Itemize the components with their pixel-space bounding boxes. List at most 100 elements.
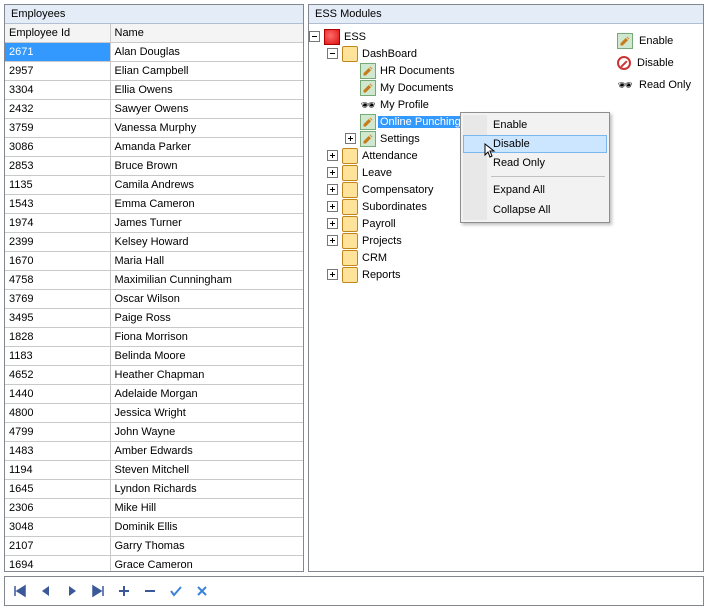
table-row[interactable]: 1828Fiona Morrison bbox=[5, 328, 303, 347]
table-row[interactable]: 2107Garry Thomas bbox=[5, 537, 303, 556]
cell-employee-name: Belinda Moore bbox=[110, 347, 303, 366]
cell-employee-name: Sawyer Owens bbox=[110, 100, 303, 119]
expand-toggle[interactable] bbox=[327, 184, 338, 195]
cell-employee-id: 4799 bbox=[5, 423, 110, 442]
table-row[interactable]: 2671Alan Douglas bbox=[5, 43, 303, 62]
cell-employee-name: Mike Hill bbox=[110, 499, 303, 518]
table-row[interactable]: 3495Paige Ross bbox=[5, 309, 303, 328]
table-row[interactable]: 3769Oscar Wilson bbox=[5, 290, 303, 309]
cell-employee-name: Adelaide Morgan bbox=[110, 385, 303, 404]
table-row[interactable]: 1645Lyndon Richards bbox=[5, 480, 303, 499]
table-row[interactable]: 3304Ellia Owens bbox=[5, 81, 303, 100]
table-row[interactable]: 4652Heather Chapman bbox=[5, 366, 303, 385]
col-header-id[interactable]: Employee Id bbox=[5, 24, 110, 43]
nav-next-button[interactable] bbox=[61, 580, 83, 602]
cancel-button[interactable] bbox=[191, 580, 213, 602]
tree-node-label: DashBoard bbox=[360, 48, 419, 60]
cell-employee-id: 2399 bbox=[5, 233, 110, 252]
table-row[interactable]: 4799John Wayne bbox=[5, 423, 303, 442]
tree-node[interactable]: CRM bbox=[327, 249, 613, 266]
add-button[interactable] bbox=[113, 580, 135, 602]
table-row[interactable]: 3086Amanda Parker bbox=[5, 138, 303, 157]
collapse-toggle[interactable] bbox=[327, 48, 338, 59]
expand-toggle[interactable] bbox=[327, 201, 338, 212]
employees-panel-title: Employees bbox=[5, 5, 303, 24]
cell-employee-id: 1483 bbox=[5, 442, 110, 461]
table-row[interactable]: 1135Camila Andrews bbox=[5, 176, 303, 195]
tree-node-label: Online Punching bbox=[378, 116, 463, 128]
tree-node[interactable]: My Profile bbox=[345, 96, 613, 113]
modules-tree[interactable]: ESS DashBoard HR DocumentsMy Documents My P… bbox=[309, 24, 613, 571]
cell-employee-name: Grace Cameron bbox=[110, 556, 303, 572]
cell-employee-name: Kelsey Howard bbox=[110, 233, 303, 252]
expand-toggle[interactable] bbox=[327, 235, 338, 246]
context-menu-item[interactable]: Collapse All bbox=[463, 200, 607, 220]
apply-button[interactable] bbox=[165, 580, 187, 602]
employees-table-scroll[interactable]: Employee Id Name 2671Alan Douglas2957Eli… bbox=[5, 24, 303, 571]
nav-prev-button[interactable] bbox=[35, 580, 57, 602]
context-menu-item[interactable]: Expand All bbox=[463, 180, 607, 200]
table-row[interactable]: 2957Elian Campbell bbox=[5, 62, 303, 81]
context-menu[interactable]: EnableDisableRead Only Expand AllCollaps… bbox=[460, 112, 610, 223]
table-row[interactable]: 1543Emma Cameron bbox=[5, 195, 303, 214]
expand-toggle[interactable] bbox=[345, 133, 356, 144]
table-row[interactable]: 1183Belinda Moore bbox=[5, 347, 303, 366]
table-row[interactable]: 2853Bruce Brown bbox=[5, 157, 303, 176]
tree-node[interactable]: DashBoard bbox=[327, 45, 613, 62]
cell-employee-name: Amanda Parker bbox=[110, 138, 303, 157]
cell-employee-name: Maria Hall bbox=[110, 252, 303, 271]
collapse-toggle[interactable] bbox=[309, 31, 320, 42]
expand-toggle[interactable] bbox=[327, 150, 338, 161]
nav-last-button[interactable] bbox=[87, 580, 109, 602]
module-icon bbox=[342, 148, 358, 164]
remove-button[interactable] bbox=[139, 580, 161, 602]
cell-employee-name: Steven Mitchell bbox=[110, 461, 303, 480]
modules-panel-title: ESS Modules bbox=[309, 5, 703, 24]
table-row[interactable]: 4800Jessica Wright bbox=[5, 404, 303, 423]
cell-employee-id: 1694 bbox=[5, 556, 110, 572]
context-menu-item[interactable]: Enable bbox=[463, 115, 607, 135]
module-icon bbox=[342, 182, 358, 198]
enable-icon bbox=[360, 80, 376, 96]
modules-panel: ESS Modules ESS DashBoard HR DocumentsMy D… bbox=[308, 4, 704, 572]
nav-first-button[interactable] bbox=[9, 580, 31, 602]
cell-employee-id: 4652 bbox=[5, 366, 110, 385]
col-header-name[interactable]: Name bbox=[110, 24, 303, 43]
tree-node[interactable]: Projects bbox=[327, 232, 613, 249]
tree-node[interactable]: My Documents bbox=[345, 79, 613, 96]
table-row[interactable]: 1694Grace Cameron bbox=[5, 556, 303, 572]
cell-employee-id: 1194 bbox=[5, 461, 110, 480]
cell-employee-name: Paige Ross bbox=[110, 309, 303, 328]
expand-toggle[interactable] bbox=[327, 167, 338, 178]
cell-employee-name: James Turner bbox=[110, 214, 303, 233]
table-row[interactable]: 4758Maximilian Cunningham bbox=[5, 271, 303, 290]
tree-node[interactable]: ESS bbox=[309, 28, 613, 45]
cell-employee-id: 3769 bbox=[5, 290, 110, 309]
enable-icon bbox=[360, 63, 376, 79]
legend: Enable Disable Read Only bbox=[613, 24, 703, 571]
tree-node-label: My Profile bbox=[378, 99, 431, 111]
table-row[interactable]: 2306Mike Hill bbox=[5, 499, 303, 518]
expand-toggle[interactable] bbox=[327, 269, 338, 280]
table-row[interactable]: 1440Adelaide Morgan bbox=[5, 385, 303, 404]
cell-employee-name: Garry Thomas bbox=[110, 537, 303, 556]
table-row[interactable]: 1670Maria Hall bbox=[5, 252, 303, 271]
table-row[interactable]: 2432Sawyer Owens bbox=[5, 100, 303, 119]
tree-node[interactable]: HR Documents bbox=[345, 62, 613, 79]
table-row[interactable]: 1194Steven Mitchell bbox=[5, 461, 303, 480]
legend-disable-label: Disable bbox=[637, 57, 674, 69]
cell-employee-id: 2432 bbox=[5, 100, 110, 119]
table-row[interactable]: 3048Dominik Ellis bbox=[5, 518, 303, 537]
expand-toggle[interactable] bbox=[327, 218, 338, 229]
table-row[interactable]: 3759Vanessa Murphy bbox=[5, 119, 303, 138]
table-row[interactable]: 1974James Turner bbox=[5, 214, 303, 233]
employees-panel-body: Employee Id Name 2671Alan Douglas2957Eli… bbox=[5, 24, 303, 571]
table-row[interactable]: 1483Amber Edwards bbox=[5, 442, 303, 461]
cell-employee-name: Vanessa Murphy bbox=[110, 119, 303, 138]
legend-enable-label: Enable bbox=[639, 35, 673, 47]
toggle-spacer bbox=[345, 116, 356, 127]
table-row[interactable]: 2399Kelsey Howard bbox=[5, 233, 303, 252]
cell-employee-name: John Wayne bbox=[110, 423, 303, 442]
cell-employee-name: Camila Andrews bbox=[110, 176, 303, 195]
tree-node[interactable]: Reports bbox=[327, 266, 613, 283]
